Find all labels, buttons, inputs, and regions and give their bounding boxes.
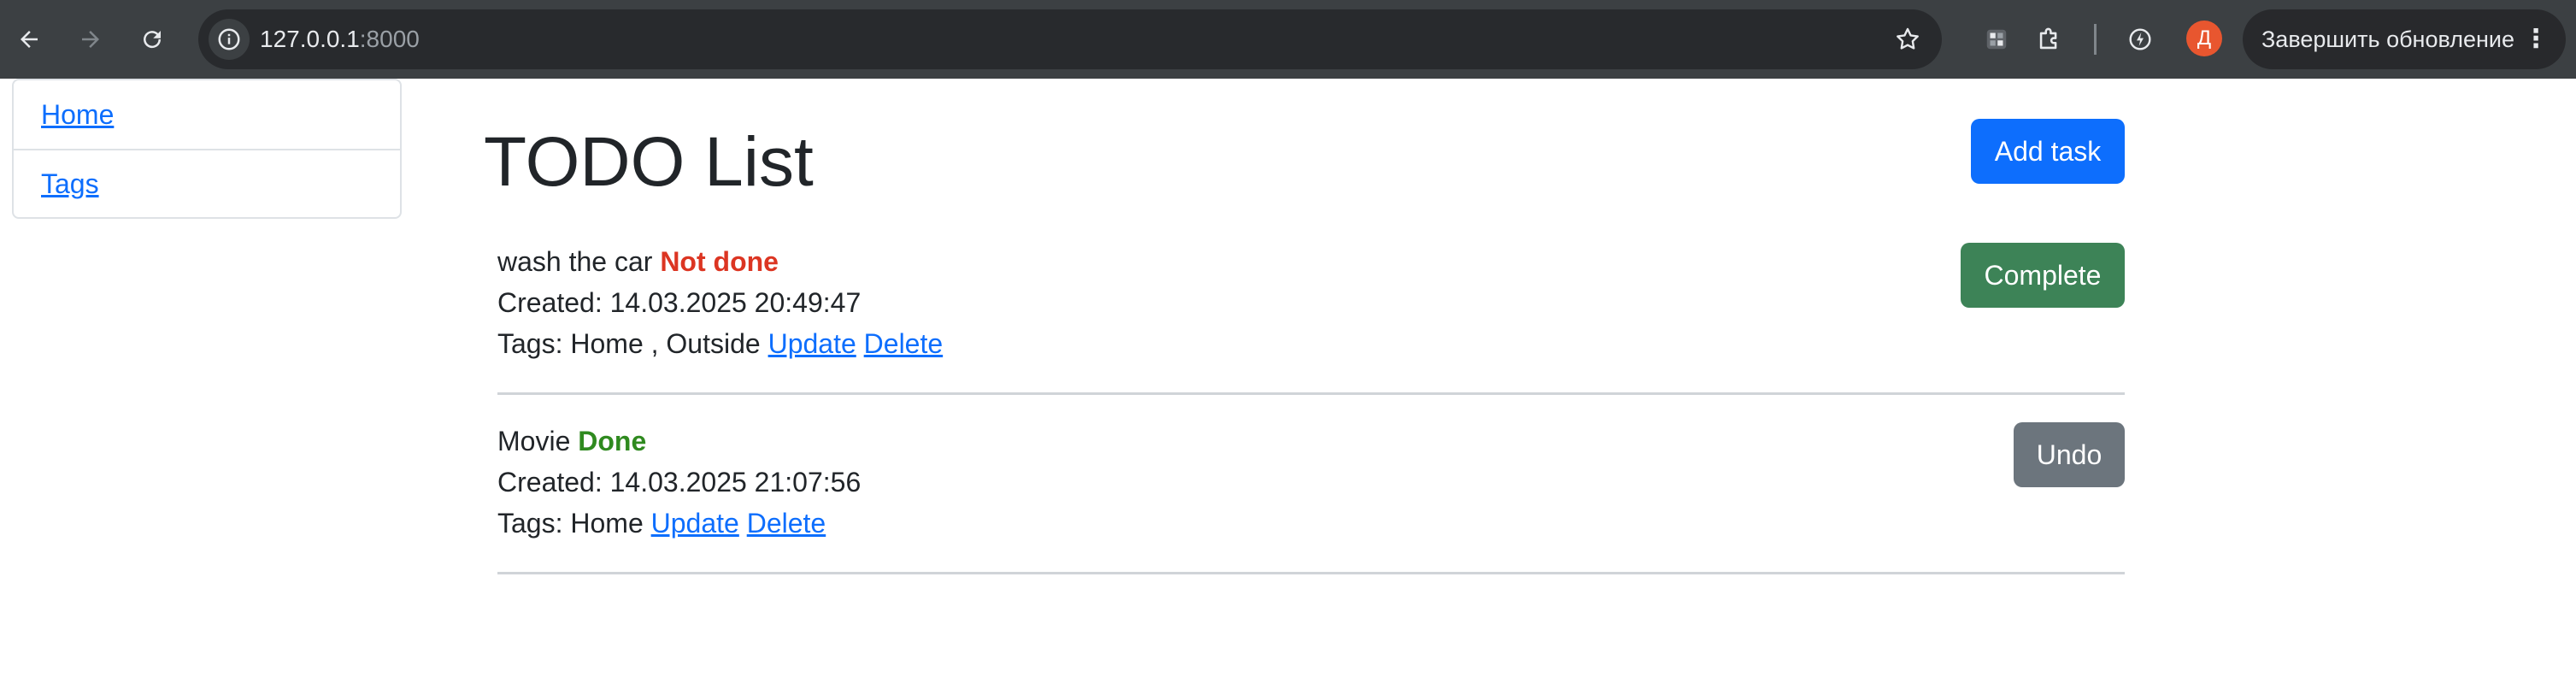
undo-button[interactable]: Undo <box>2014 422 2125 487</box>
task-created: Created: 14.03.2025 20:49:47 <box>497 287 862 318</box>
task-created: Created: 14.03.2025 21:07:56 <box>497 467 862 497</box>
extensions-menu-button[interactable] <box>2027 17 2072 62</box>
forward-button[interactable] <box>67 15 115 63</box>
task-title-line: wash the car Not done <box>497 241 2125 282</box>
url-text: 127.0.0.1:8000 <box>260 9 420 69</box>
task-tags-line: Tags: Home Update Delete <box>497 503 2125 544</box>
task-tags-line: Tags: Home , Outside Update Delete <box>497 323 2125 364</box>
task-title-line: Movie Done <box>497 421 2125 462</box>
reload-button[interactable] <box>128 15 176 63</box>
url-host: 127.0.0.1 <box>260 26 360 52</box>
sidebar-item-tags: Tags <box>14 149 400 217</box>
extension-grid-icon <box>1986 29 2007 50</box>
page-title: TODO List <box>484 123 814 201</box>
reload-icon <box>144 31 162 49</box>
url-port: :8000 <box>359 26 420 52</box>
extension-button[interactable] <box>1974 17 2019 62</box>
update-link[interactable]: Update <box>651 508 739 539</box>
task-item: wash the car Not done Created: 14.03.202… <box>497 241 2125 395</box>
task-item: Movie Done Created: 14.03.2025 21:07:56 … <box>497 421 2125 574</box>
profile-avatar[interactable]: Д <box>2186 21 2222 56</box>
extensions-puzzle-icon <box>2039 27 2057 50</box>
task-tags: Tags: Home , Outside <box>497 328 761 359</box>
task-tags: Tags: Home <box>497 508 644 539</box>
task-status: Done <box>578 426 647 456</box>
browser-toolbar: 127.0.0.1:8000 Д Завершить обновление ⋮ <box>0 0 2576 79</box>
performance-icon <box>2129 28 2151 50</box>
bookmark-button[interactable] <box>1887 19 1928 60</box>
back-arrow-icon <box>21 31 38 48</box>
kebab-menu-icon[interactable]: ⋮ <box>2523 9 2549 69</box>
delete-link[interactable]: Delete <box>864 328 944 359</box>
bookmark-star-icon <box>1897 27 1919 50</box>
forward-arrow-icon <box>82 31 99 48</box>
site-info-icon <box>218 28 240 50</box>
back-button[interactable] <box>5 15 53 63</box>
performance-button[interactable] <box>2118 17 2162 62</box>
task-name: Movie <box>497 426 571 456</box>
finish-update-label: Завершить обновление <box>2261 26 2514 52</box>
tags-link[interactable]: Tags <box>41 168 99 200</box>
task-status: Not done <box>660 246 779 277</box>
update-link[interactable]: Update <box>768 328 856 359</box>
toolbar-separator <box>2094 24 2097 55</box>
finish-update-button[interactable]: Завершить обновление ⋮ <box>2243 9 2566 69</box>
address-bar[interactable]: 127.0.0.1:8000 <box>198 9 1942 69</box>
delete-link[interactable]: Delete <box>747 508 826 539</box>
site-info-button[interactable] <box>209 19 250 60</box>
home-link[interactable]: Home <box>41 99 114 131</box>
sidebar-item-home: Home <box>14 80 400 149</box>
complete-button[interactable]: Complete <box>1961 243 2125 308</box>
task-name: wash the car <box>497 246 653 277</box>
sidebar-nav: Home Tags <box>12 79 402 219</box>
add-task-button[interactable]: Add task <box>1971 119 2125 184</box>
